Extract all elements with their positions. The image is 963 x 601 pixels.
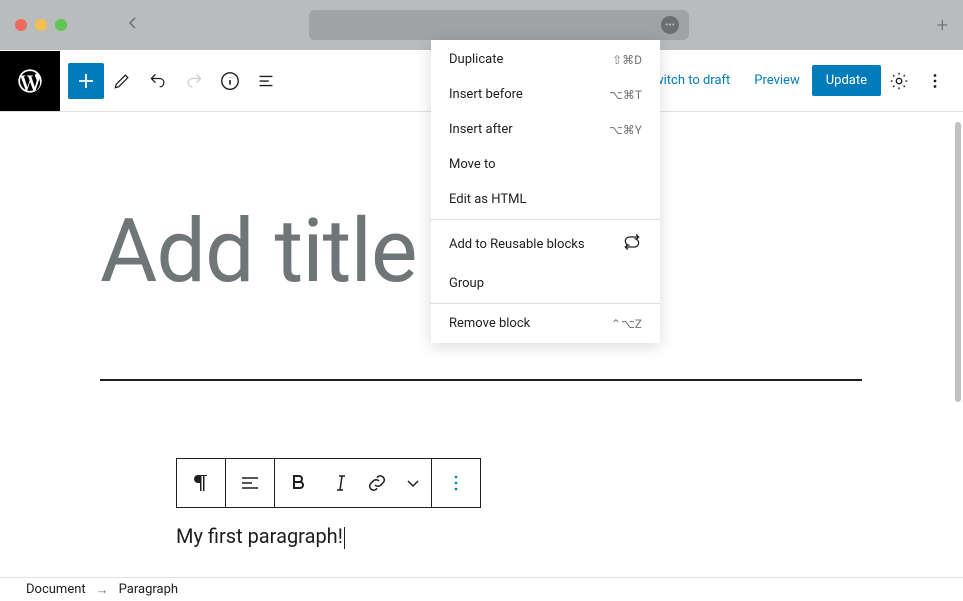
menu-shortcut: ⇧⌘D [612,53,642,67]
bold-icon [287,471,311,495]
maximize-window-button[interactable] [55,19,67,31]
paragraph-content: My first paragraph! [176,524,343,548]
update-button[interactable]: Update [812,65,881,96]
block-type-button[interactable] [177,459,225,507]
menu-label: Insert after [449,122,513,137]
reusable-icon [622,232,642,256]
block-options-button[interactable] [432,459,480,507]
add-block-button[interactable] [68,63,104,99]
post-title-input[interactable]: Add title [100,200,417,303]
menu-label: Edit as HTML [449,192,526,207]
menu-label: Add to Reusable blocks [449,237,585,252]
breadcrumb-root[interactable]: Document [26,582,86,597]
menu-label: Group [449,276,484,291]
preview-link[interactable]: Preview [742,65,811,96]
edit-tools-button[interactable] [104,63,140,99]
url-more-icon[interactable]: ••• [661,16,679,34]
bold-button[interactable] [275,459,323,507]
menu-move-to[interactable]: Move to [431,147,660,182]
paragraph-icon [189,471,213,495]
close-window-button[interactable] [15,19,27,31]
menu-remove-block[interactable]: Remove block ⌃⌥Z [431,306,660,341]
list-view-button[interactable] [248,63,284,99]
menu-shortcut: ⌥⌘T [609,88,642,102]
wordpress-logo[interactable] [0,51,60,111]
new-tab-button[interactable]: + [937,13,948,37]
block-toolbar [176,458,481,508]
menu-insert-before[interactable]: Insert before ⌥⌘T [431,77,660,112]
browser-back-button[interactable] [125,15,141,35]
menu-label: Insert before [449,87,523,102]
italic-button[interactable] [323,459,359,507]
align-button[interactable] [226,459,274,507]
breadcrumb-current[interactable]: Paragraph [119,582,178,597]
menu-duplicate[interactable]: Duplicate ⇧⌘D [431,42,660,77]
gear-icon [888,70,910,92]
menu-label: Move to [449,157,496,172]
pencil-icon [112,71,132,91]
minimize-window-button[interactable] [35,19,47,31]
menu-label: Duplicate [449,52,503,67]
info-icon [219,70,241,92]
scrollbar[interactable] [955,122,961,402]
menu-group[interactable]: Group [431,266,660,301]
menu-add-reusable[interactable]: Add to Reusable blocks [431,222,660,266]
separator-block[interactable] [100,379,862,381]
paragraph-block[interactable]: My first paragraph! [176,524,345,549]
italic-icon [329,471,353,495]
link-button[interactable] [359,459,395,507]
menu-insert-after[interactable]: Insert after ⌥⌘Y [431,112,660,147]
more-options-button[interactable] [917,63,953,99]
menu-edit-html[interactable]: Edit as HTML [431,182,660,217]
undo-button[interactable] [140,63,176,99]
chevron-down-icon [401,471,425,495]
info-button[interactable] [212,63,248,99]
text-caret [344,527,345,549]
align-left-icon [238,471,262,495]
menu-shortcut: ⌃⌥Z [611,317,642,331]
redo-button[interactable] [176,63,212,99]
settings-button[interactable] [881,63,917,99]
arrow-right-icon: → [96,582,109,598]
redo-icon [184,71,204,91]
kebab-icon [444,471,468,495]
undo-icon [148,71,168,91]
more-formatting-button[interactable] [395,459,431,507]
window-controls [15,19,67,31]
kebab-icon [924,70,946,92]
list-icon [255,70,277,92]
breadcrumb: Document → Paragraph [0,577,963,601]
plus-icon [74,69,98,93]
menu-shortcut: ⌥⌘Y [609,123,642,137]
link-icon [365,471,389,495]
url-bar[interactable]: ••• [309,10,689,40]
block-context-menu: Duplicate ⇧⌘D Insert before ⌥⌘T Insert a… [431,40,660,343]
menu-label: Remove block [449,316,530,331]
